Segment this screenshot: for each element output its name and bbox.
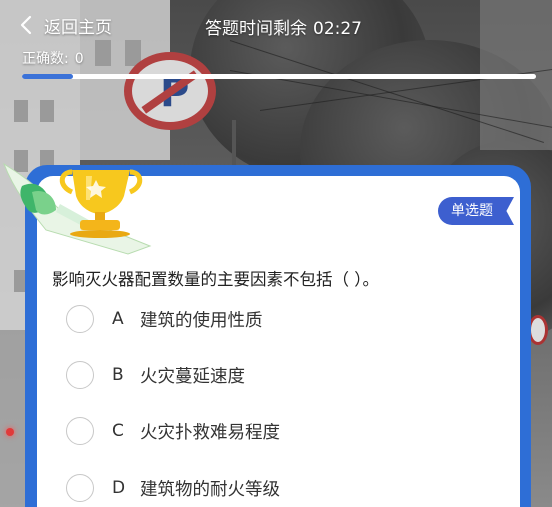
progress-bar bbox=[22, 74, 536, 79]
option-b[interactable]: B 火灾蔓延速度 bbox=[66, 358, 245, 392]
option-a[interactable]: A 建筑的使用性质 bbox=[66, 302, 263, 336]
traffic-light bbox=[6, 428, 14, 436]
header-bar: 返回主页 答题时间剩余 02:27 正确数: 0 bbox=[0, 0, 552, 90]
quiz-screen: P 返回主页 答题时间剩余 02:27 正确数: 0 单选题 影响灭火器配置数量… bbox=[0, 0, 552, 507]
radio-button[interactable] bbox=[66, 474, 94, 502]
trophy-icon bbox=[3, 162, 152, 255]
back-button[interactable]: 返回主页 bbox=[14, 12, 112, 38]
question-text: 影响灭火器配置数量的主要因素不包括（ ）。 bbox=[52, 270, 379, 289]
timer-label: 答题时间剩余 bbox=[205, 19, 307, 39]
option-letter: A bbox=[112, 309, 124, 329]
option-letter: C bbox=[112, 421, 124, 441]
option-text: 火灾蔓延速度 bbox=[140, 366, 245, 387]
chevron-left-icon bbox=[20, 15, 32, 35]
progress-fill bbox=[22, 74, 74, 79]
option-text: 建筑物的耐火等级 bbox=[140, 479, 280, 500]
radio-button[interactable] bbox=[66, 305, 94, 333]
option-text: 火灾扑救难易程度 bbox=[140, 422, 280, 443]
option-letter: B bbox=[112, 365, 124, 385]
timer-value: 02:27 bbox=[313, 19, 362, 39]
correct-count: 正确数: 0 bbox=[22, 48, 84, 68]
option-text: 建筑的使用性质 bbox=[140, 310, 263, 331]
option-c[interactable]: C 火灾扑救难易程度 bbox=[66, 414, 280, 448]
question-type-badge: 单选题 bbox=[438, 197, 514, 225]
countdown-timer: 答题时间剩余 02:27 bbox=[205, 14, 362, 39]
option-d[interactable]: D 建筑物的耐火等级 bbox=[66, 471, 280, 505]
radio-button[interactable] bbox=[66, 361, 94, 389]
correct-value: 0 bbox=[74, 51, 84, 67]
option-letter: D bbox=[112, 478, 126, 498]
radio-button[interactable] bbox=[66, 417, 94, 445]
correct-label: 正确数: bbox=[22, 51, 69, 67]
back-label: 返回主页 bbox=[44, 17, 112, 38]
